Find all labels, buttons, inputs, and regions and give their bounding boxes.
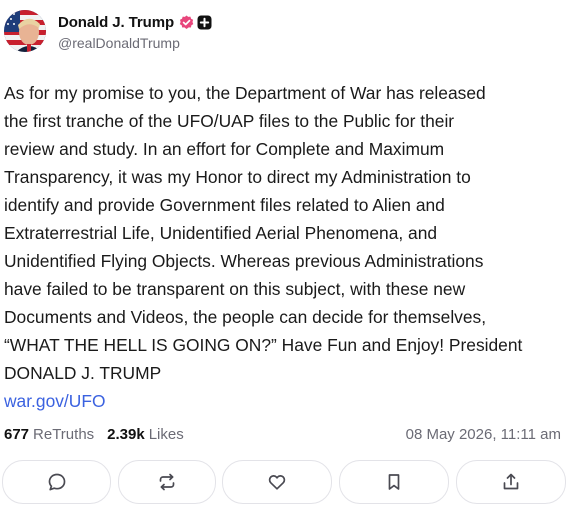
author-display-name[interactable]: Donald J. Trump (58, 14, 174, 31)
repost-icon (159, 473, 175, 491)
author-handle[interactable]: @realDonaldTrump (58, 35, 212, 51)
post-timestamp[interactable]: 08 May 2026, 11:11 am (406, 424, 561, 446)
likes-label[interactable]: Likes (149, 424, 184, 446)
bookmark-button[interactable] (339, 460, 449, 504)
bookmark-icon (388, 474, 400, 490)
post-link[interactable]: war.gov/UFO (4, 387, 105, 415)
retruths-count[interactable]: 677 (4, 424, 29, 446)
verified-badge-icon (179, 15, 194, 30)
avatar-flag-portrait-icon (4, 10, 46, 52)
share-button[interactable] (456, 460, 566, 504)
post-stats: 677 ReTruths 2.39k Likes (4, 424, 184, 446)
share-icon (503, 473, 519, 490)
plus-badge-icon (197, 15, 212, 30)
action-bar (2, 460, 566, 504)
author-block: Donald J. Trump @realDonaldTrump (58, 12, 212, 51)
retruths-label[interactable]: ReTruths (33, 424, 94, 446)
post-header: Donald J. Trump @realDonaldTrump (4, 9, 212, 53)
reply-button[interactable] (2, 460, 111, 504)
likes-count[interactable]: 2.39k (107, 424, 145, 446)
post-body-text: As for my promise to you, the Department… (4, 83, 523, 383)
retruth-button[interactable] (118, 460, 216, 504)
author-name-row: Donald J. Trump (58, 12, 212, 34)
comment-icon (48, 473, 65, 491)
avatar[interactable] (4, 10, 46, 52)
heart-icon (268, 475, 286, 490)
like-button[interactable] (222, 460, 332, 504)
